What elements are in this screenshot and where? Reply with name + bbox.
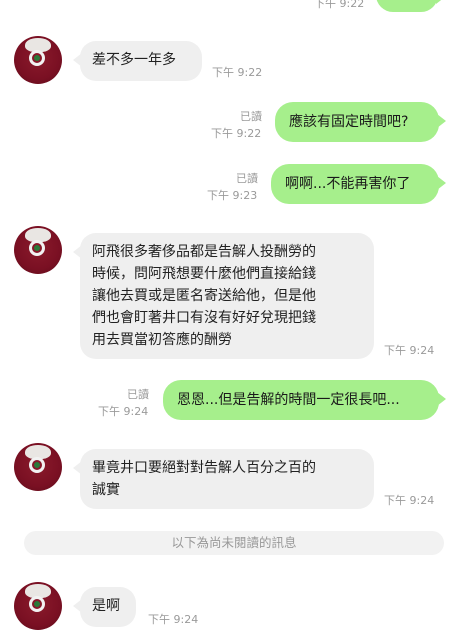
avatar[interactable]: [14, 582, 62, 630]
read-receipt: 已讀: [240, 110, 262, 123]
message-text: 啊啊...不能再害你了: [285, 176, 411, 192]
message-text: 是啊: [92, 598, 120, 614]
message-line: 用去買當初答應的酬勞: [92, 332, 232, 348]
avatar[interactable]: [14, 443, 62, 491]
read-receipt: 已讀: [236, 172, 258, 185]
message-line: 阿飛很多奢侈品都是告解人投酬勞的: [92, 244, 316, 260]
outgoing-message-bubble[interactable]: 恩恩...但是告解的時間一定很長吧...: [163, 380, 446, 420]
message-line: 時候，問阿飛想要什麼他們直接給錢: [92, 266, 316, 282]
message-time: 下午 9:22: [314, 0, 365, 10]
avatar[interactable]: [14, 36, 62, 84]
incoming-message-bubble[interactable]: 畢竟井口要絕對對告解人百分之百的 誠實: [73, 449, 374, 509]
read-receipt: 已讀: [127, 388, 149, 401]
avatar[interactable]: [14, 226, 62, 274]
message-line: 們也會盯著井口有沒有好好兌現把錢: [92, 310, 316, 326]
partial-outgoing-bubble: [376, 0, 445, 12]
message-text: 應該有固定時間吧?: [289, 114, 409, 130]
unread-messages-divider: 以下為尚未閱讀的訊息: [24, 531, 444, 555]
outgoing-message-bubble[interactable]: 啊啊...不能再害你了: [271, 164, 446, 204]
message-time: 下午 9:24: [384, 344, 435, 357]
message-time: 下午 9:24: [384, 494, 435, 507]
incoming-message-bubble[interactable]: 阿飛很多奢侈品都是告解人投酬勞的 時候，問阿飛想要什麼他們直接給錢 讓他去買或是…: [73, 233, 374, 359]
message-line: 讓他去買或是匿名寄送給他，但是他: [92, 288, 316, 304]
outgoing-message-bubble[interactable]: 應該有固定時間吧?: [275, 102, 446, 142]
message-time: 下午 9:22: [211, 127, 262, 140]
message-text: 差不多一年多: [92, 52, 176, 68]
message-text: 恩恩...但是告解的時間一定很長吧...: [177, 392, 400, 408]
message-time: 下午 9:24: [98, 405, 149, 418]
message-line: 誠實: [92, 482, 120, 498]
message-line: 畢竟井口要絕對對告解人百分之百的: [92, 460, 316, 476]
incoming-message-bubble[interactable]: 是啊: [73, 587, 136, 627]
message-time: 下午 9:23: [207, 189, 258, 202]
incoming-message-bubble[interactable]: 差不多一年多: [73, 41, 202, 81]
message-time: 下午 9:22: [212, 66, 263, 79]
message-time: 下午 9:24: [148, 613, 199, 626]
